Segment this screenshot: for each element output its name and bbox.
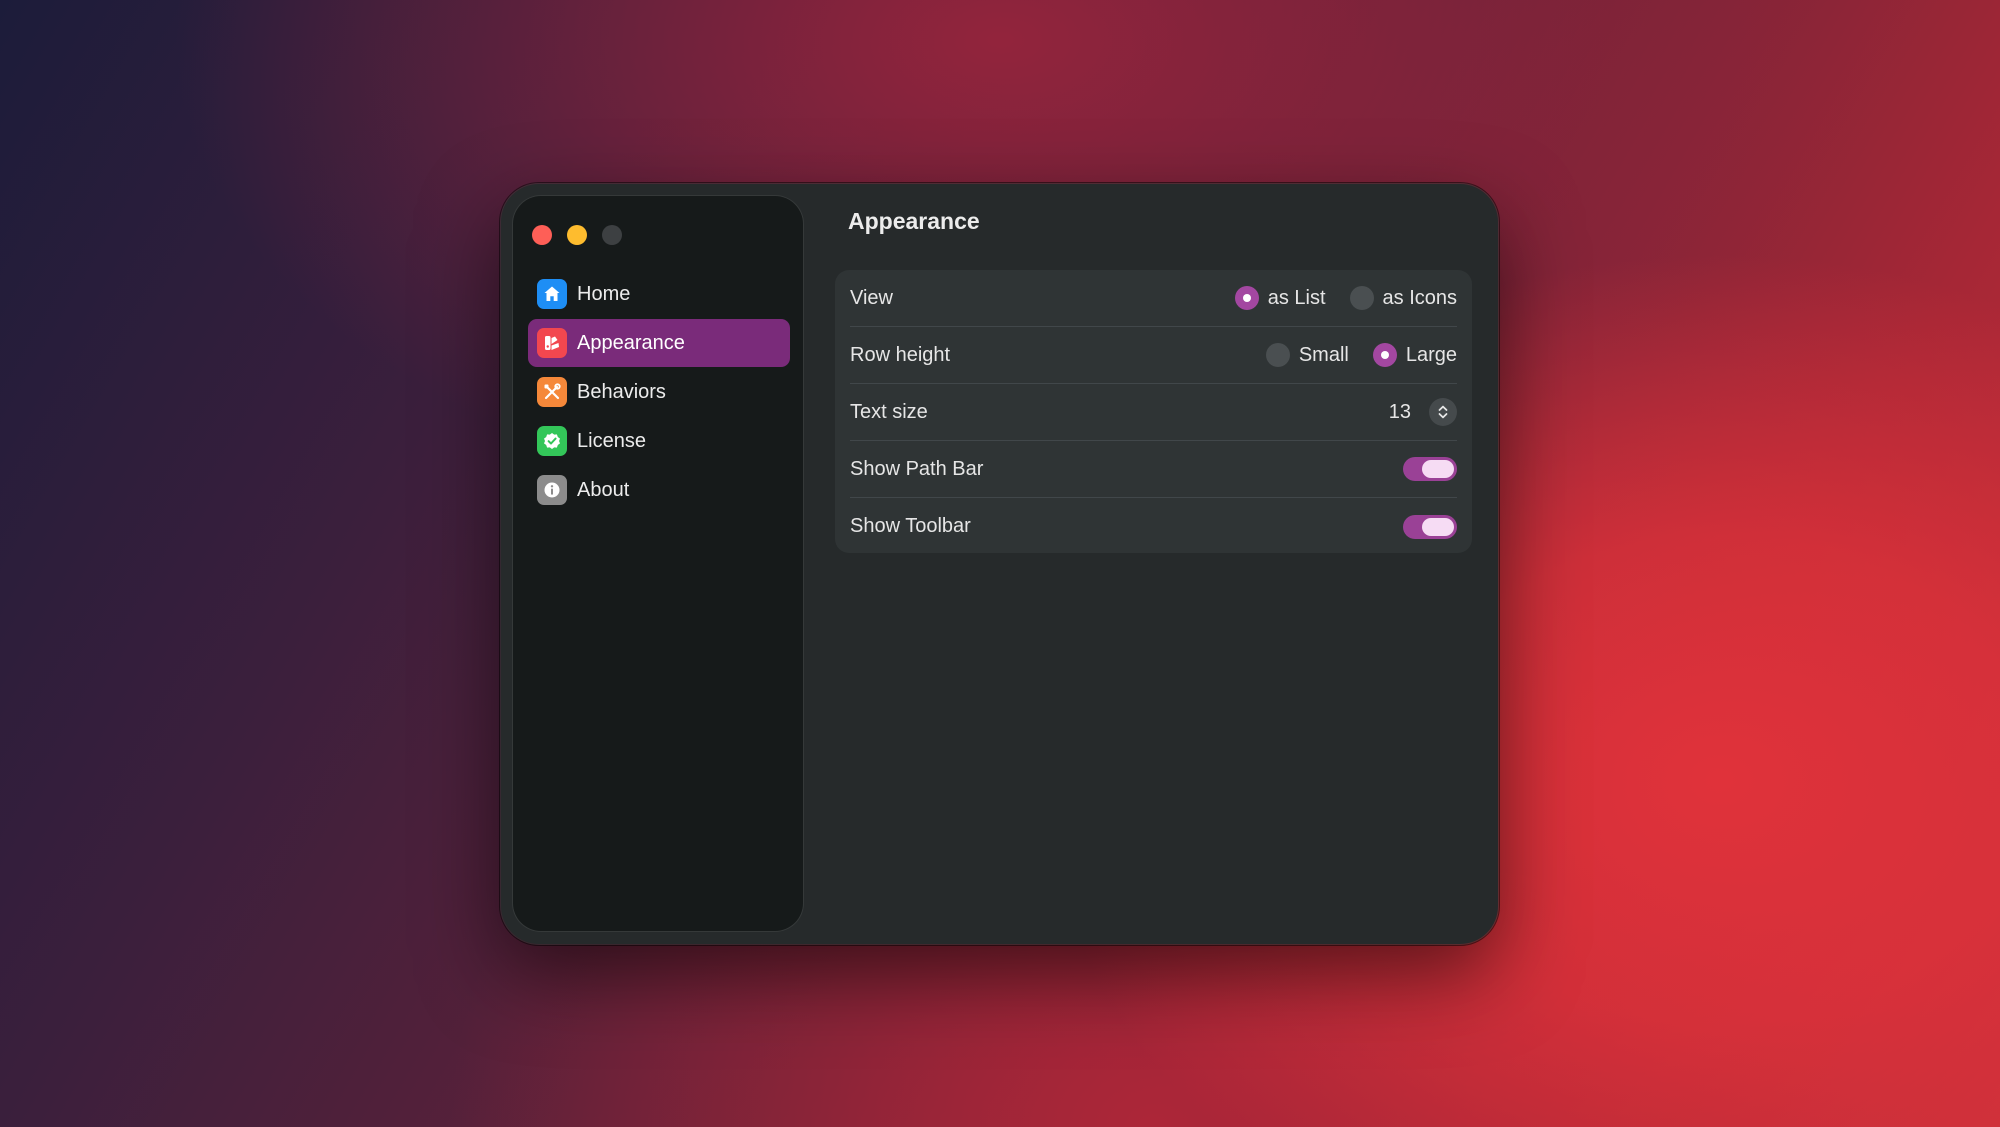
radio-indicator[interactable] [1372,343,1397,367]
show-path-bar-toggle[interactable] [1403,457,1457,481]
view-radio-group: as List as Icons [1211,286,1457,310]
sidebar: Home Appearance Behaviors License About [513,196,803,931]
setting-label: View [850,286,893,309]
setting-label: Show Path Bar [850,457,984,480]
sidebar-item-appearance[interactable]: Appearance [528,319,790,367]
sidebar-item-label: License [577,429,646,452]
setting-label: Text size [850,400,928,423]
row-height-radio-group: Small Large [1242,343,1457,367]
row-height-large-radio[interactable]: Large [1372,343,1457,367]
setting-row-view: View as List as Icons [850,270,1457,327]
sidebar-item-home[interactable]: Home [528,270,790,318]
settings-window: Home Appearance Behaviors License About … [501,184,1498,944]
setting-label: Row height [850,343,951,366]
setting-row-text-size: Text size 13 [850,384,1457,441]
text-size-stepper: 13 [1389,398,1457,426]
radio-label: Large [1405,343,1457,366]
sidebar-item-about[interactable]: About [528,466,790,514]
setting-label: Show Toolbar [850,515,971,537]
radio-indicator[interactable] [1265,343,1290,367]
view-as-list-radio[interactable]: as List [1234,286,1326,310]
up-down-chevron-icon [1438,405,1448,419]
sidebar-item-label: Behaviors [577,380,666,403]
page-title: Appearance [848,208,980,234]
sidebar-item-behaviors[interactable]: Behaviors [528,368,790,416]
close-window-button[interactable] [532,225,552,245]
sidebar-item-label: Appearance [577,331,685,354]
radio-label: Small [1298,343,1349,366]
radio-indicator[interactable] [1234,286,1259,310]
toggle-knob [1422,517,1454,536]
stepper-button[interactable] [1429,398,1457,426]
sidebar-nav: Home Appearance Behaviors License About [528,270,790,515]
setting-row-row-height: Row height Small Large [850,327,1457,384]
row-height-small-radio[interactable]: Small [1265,343,1349,367]
sidebar-item-label: Home [577,282,631,305]
main-content: Appearance View as List as Icons Row hei… [813,184,1498,944]
toggle-knob [1422,460,1454,478]
settings-panel: View as List as Icons Row height Small L… [835,270,1472,553]
show-toolbar-toggle[interactable] [1403,514,1457,539]
view-as-icons-radio[interactable]: as Icons [1349,286,1457,310]
tools-icon [537,377,567,407]
minimize-window-button[interactable] [567,225,587,245]
radio-label: as Icons [1382,286,1457,309]
house-icon [537,279,567,309]
radio-indicator[interactable] [1349,286,1374,310]
appearance-icon [537,328,567,358]
setting-row-show-path-bar: Show Path Bar [850,441,1457,498]
sidebar-item-license[interactable]: License [528,417,790,465]
info-icon [537,475,567,505]
badge-check-icon [537,426,567,456]
zoom-window-button[interactable] [602,225,622,245]
sidebar-item-label: About [577,478,630,501]
text-size-value[interactable]: 13 [1389,401,1411,424]
setting-row-show-toolbar: Show Toolbar [850,498,1457,555]
radio-label: as List [1267,286,1326,309]
